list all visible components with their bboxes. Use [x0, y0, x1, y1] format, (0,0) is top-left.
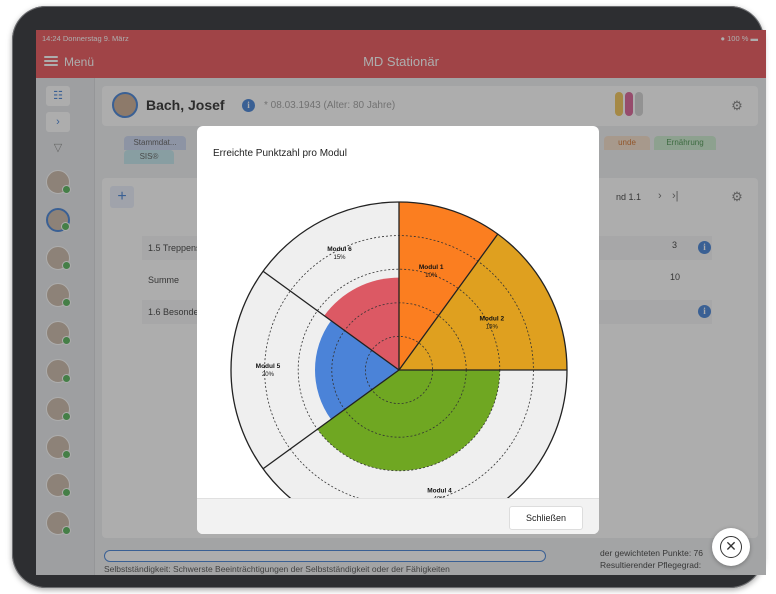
slice-label: Modul 2 [480, 316, 505, 323]
close-button[interactable]: Schließen [509, 506, 583, 530]
slice-weight-label: 10% [425, 273, 438, 279]
slice-label: Modul 1 [419, 264, 444, 271]
slice-label: Modul 6 [327, 246, 352, 253]
slice-label: Modul 5 [256, 363, 281, 370]
slice-weight-label: 20% [262, 372, 275, 378]
score-chart-modal: Erreichte Punktzahl pro Modul Modul 1 10%… [197, 126, 599, 534]
polar-area-chart: Modul 110%Modul 215%Modul 440%Modul 520%… [230, 201, 568, 498]
close-icon: ✕ [720, 536, 742, 558]
modal-footer: Schließen [197, 498, 599, 534]
app-screen: 14:24 Donnerstag 9. März ● 100 % ▬ Menü … [36, 30, 766, 575]
slice-weight-label: 15% [334, 255, 347, 261]
slice-weight-label: 15% [486, 325, 499, 331]
ipad-device: 14:24 Donnerstag 9. März ● 100 % ▬ Menü … [0, 0, 776, 594]
close-fab-button[interactable]: ✕ [712, 528, 750, 566]
slice-label: Modul 4 [427, 488, 452, 495]
